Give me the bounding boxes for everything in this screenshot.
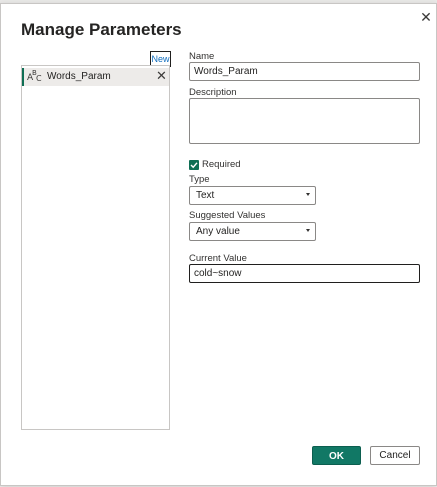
- type-select-value: Text: [196, 190, 215, 201]
- description-label: Description: [189, 87, 237, 98]
- text-type-abc-icon: ABC: [27, 69, 42, 83]
- required-label: Required: [202, 159, 241, 170]
- name-field[interactable]: Words_Param: [189, 62, 420, 81]
- required-checkbox[interactable]: [189, 160, 199, 170]
- ok-button[interactable]: OK: [312, 446, 361, 465]
- type-select[interactable]: Text: [189, 186, 316, 205]
- current-value-field[interactable]: cold~snow: [189, 264, 420, 283]
- dialog-title: Manage Parameters: [21, 20, 182, 39]
- list-item-label: Words_Param: [47, 71, 111, 82]
- suggested-values-select[interactable]: Any value: [189, 222, 316, 241]
- description-field[interactable]: [189, 98, 420, 144]
- close-icon[interactable]: ✕: [419, 10, 433, 24]
- cancel-button[interactable]: Cancel: [370, 446, 420, 465]
- chevron-down-icon: [306, 193, 310, 196]
- chevron-down-icon: [306, 229, 310, 232]
- suggested-values-select-value: Any value: [196, 226, 240, 237]
- current-value-label: Current Value: [189, 253, 247, 264]
- list-item[interactable]: ABC Words_Param ✕: [22, 68, 169, 86]
- delete-parameter-icon[interactable]: ✕: [156, 69, 167, 83]
- name-label: Name: [189, 51, 215, 62]
- suggested-values-label: Suggested Values: [189, 210, 266, 221]
- selection-indicator: [22, 68, 24, 86]
- parameter-list: ABC Words_Param ✕: [21, 65, 170, 430]
- type-label: Type: [189, 174, 210, 185]
